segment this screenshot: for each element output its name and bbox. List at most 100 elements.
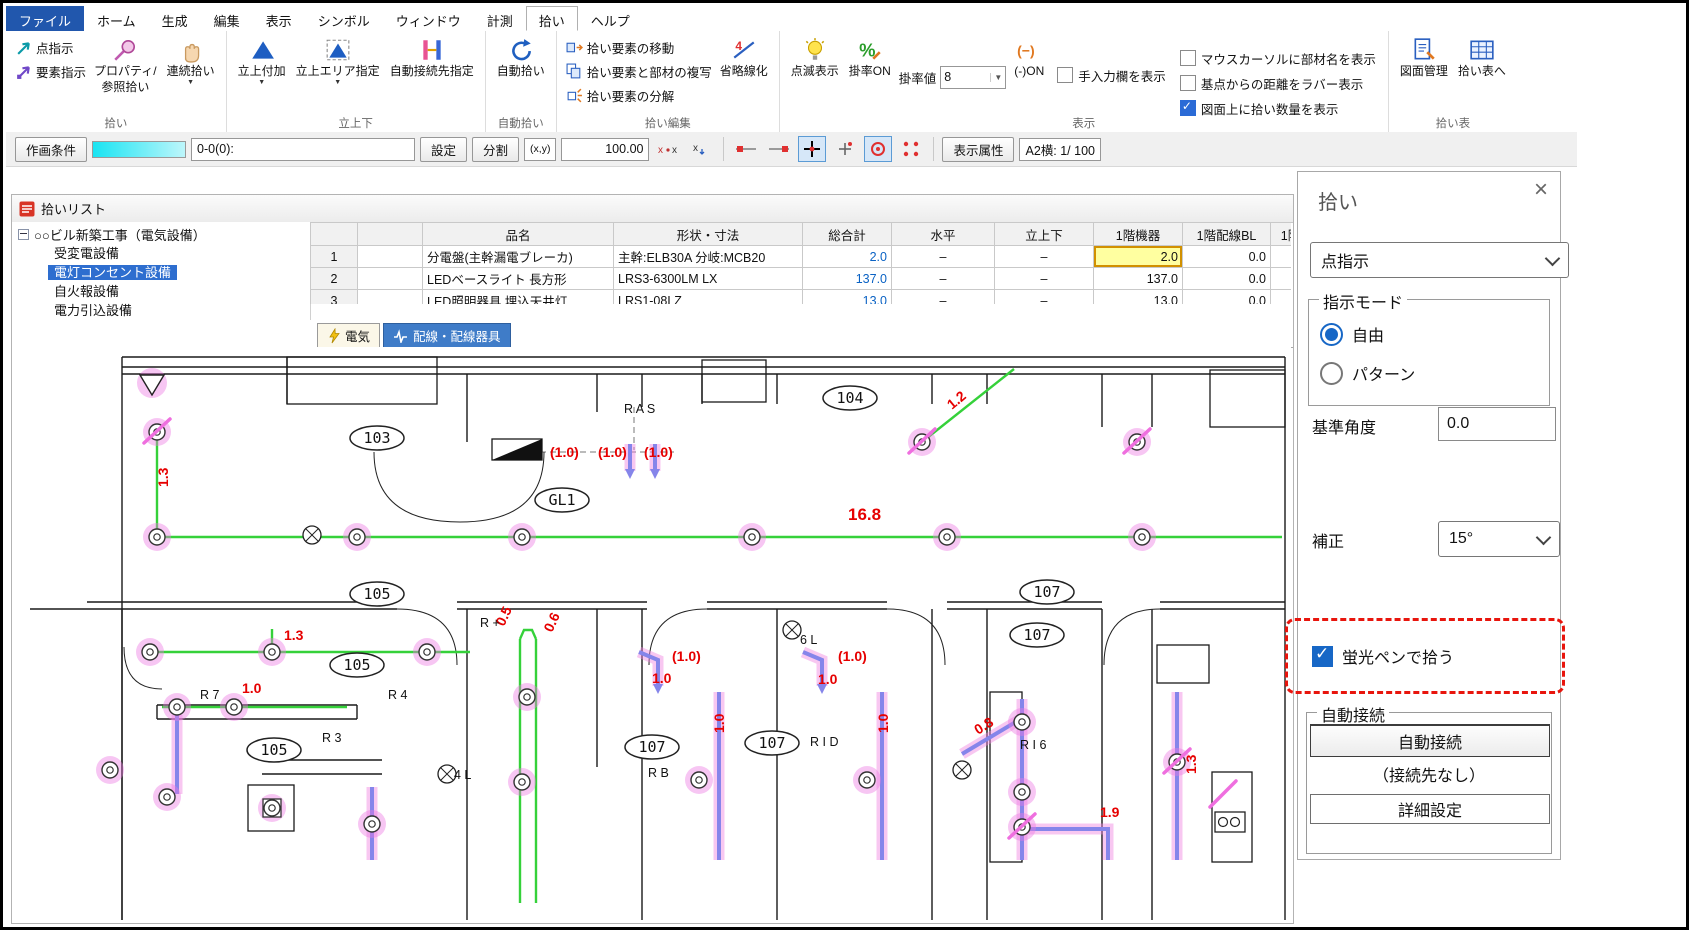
table-cell[interactable]: 13.0: [1094, 290, 1183, 305]
coordinate-mode-button[interactable]: (x,y): [524, 138, 556, 161]
snap-subscript-icon[interactable]: x: [687, 136, 715, 162]
property-pick-button[interactable]: プロパティ/ 参照拾い: [89, 35, 162, 95]
highlighter-checkbox[interactable]: 蛍光ペンで拾う: [1312, 644, 1454, 668]
menu-tab[interactable]: 拾い: [526, 6, 578, 31]
auto-connect-button[interactable]: 自動接続: [1310, 724, 1550, 757]
pick-mode-select[interactable]: 点指示: [1310, 242, 1569, 278]
tree-root[interactable]: ○○ビル新築工事（電気設備）: [12, 222, 310, 245]
snap-multiply-icon[interactable]: xx: [654, 136, 682, 162]
table-cell[interactable]: LEDベースライト 長方形: [423, 268, 614, 290]
tree-item[interactable]: 電灯コンセント設備: [12, 264, 310, 283]
dropdown-arrow-icon[interactable]: ▼: [258, 80, 265, 86]
menu-tab[interactable]: 計測: [474, 6, 526, 31]
auto-pick-button[interactable]: 自動拾い: [492, 35, 550, 79]
table-cell[interactable]: –: [995, 246, 1094, 268]
column-header[interactable]: 1階配線DL: [1271, 223, 1292, 246]
table-cell[interactable]: 3: [311, 290, 358, 305]
tab-denki[interactable]: 電気: [317, 323, 380, 347]
menu-tab[interactable]: ファイル: [6, 6, 84, 31]
draw-condition-button[interactable]: 作画条件: [15, 137, 87, 162]
minus-on-button[interactable]: (−) (-)ON: [1009, 35, 1049, 79]
endpoint-snap-icon[interactable]: [732, 136, 760, 162]
table-cell[interactable]: –: [995, 268, 1094, 290]
detail-settings-button[interactable]: 詳細設定: [1310, 794, 1550, 824]
drawing-canvas[interactable]: 103105105105104107107107107GL1(1.0)(1.0)…: [12, 347, 1291, 922]
riser-add-button[interactable]: 立上付加 ▼: [233, 35, 291, 86]
close-icon[interactable]: ×: [1534, 178, 1548, 202]
grid-snap-icon[interactable]: [897, 136, 925, 162]
split-button[interactable]: 分割: [472, 137, 519, 162]
column-header[interactable]: 水平: [892, 223, 995, 246]
midpoint-snap-icon[interactable]: [765, 136, 793, 162]
perp-snap-icon[interactable]: [831, 136, 859, 162]
tree-collapse-icon[interactable]: [18, 229, 29, 240]
table-cell[interactable]: LRS3-6300LM LX: [614, 268, 803, 290]
table-cell[interactable]: –: [892, 268, 995, 290]
rate-on-button[interactable]: % 掛率ON: [844, 35, 896, 79]
layer-field[interactable]: 0-0(0):: [191, 138, 415, 161]
omit-line-button[interactable]: 4 省略線化: [715, 35, 773, 79]
circle-snap-icon[interactable]: [864, 136, 892, 162]
rate-value-select[interactable]: 8 ▼: [940, 66, 1006, 89]
radio-pattern[interactable]: パターン: [1320, 361, 1415, 385]
menu-tab[interactable]: 表示: [253, 6, 305, 31]
table-cell[interactable]: 0.0: [1271, 290, 1292, 305]
table-cell[interactable]: –: [892, 290, 995, 305]
table-cell[interactable]: 137.0: [803, 268, 892, 290]
table-cell[interactable]: LRS1-08LZ: [614, 290, 803, 305]
to-pickup-table-button[interactable]: 拾い表へ: [1453, 35, 1511, 79]
tab-haisen-kigu[interactable]: 配線・配線器具: [383, 323, 511, 347]
element-pick-button[interactable]: 要素指示: [12, 61, 89, 82]
tree-item[interactable]: 受変電設備: [12, 245, 310, 264]
scale-field[interactable]: 100.00: [561, 138, 649, 161]
menu-tab[interactable]: 生成: [149, 6, 201, 31]
point-pick-button[interactable]: 点指示: [12, 37, 89, 58]
check-tenyuryoku[interactable]: 手入力欄を表示: [1057, 66, 1166, 85]
table-cell[interactable]: 13.0: [803, 290, 892, 305]
sheet-scale-field[interactable]: A2横: 1/ 100: [1019, 138, 1101, 161]
column-header[interactable]: 形状・寸法: [614, 223, 803, 246]
table-cell[interactable]: 0.0: [1183, 290, 1271, 305]
column-header[interactable]: 1階機器: [1094, 223, 1183, 246]
table-cell[interactable]: 137.0: [1094, 268, 1183, 290]
column-header[interactable]: 総合計: [803, 223, 892, 246]
table-cell[interactable]: 2.0: [1094, 246, 1183, 268]
correction-select[interactable]: 15°: [1438, 521, 1560, 557]
blink-display-button[interactable]: 点滅表示: [786, 35, 844, 79]
table-cell[interactable]: 0.0: [1183, 268, 1271, 290]
continuous-pick-button[interactable]: 連続拾い ▼: [162, 35, 220, 86]
menu-tab[interactable]: ホーム: [84, 6, 149, 31]
table-cell[interactable]: 0.0: [1271, 268, 1292, 290]
view-checkbox[interactable]: 基点からの距離をラバー表示: [1180, 74, 1376, 93]
table-cell[interactable]: LED照明器具 埋込天井灯: [423, 290, 614, 305]
move-pick-element-button[interactable]: 拾い要素の移動: [563, 37, 715, 58]
sheet-manage-button[interactable]: 図面管理: [1395, 35, 1453, 79]
menu-tab[interactable]: 編集: [201, 6, 253, 31]
explode-pick-element-button[interactable]: 拾い要素の分解: [563, 85, 715, 106]
radio-free[interactable]: 自由: [1320, 322, 1384, 346]
table-cell[interactable]: 0.0: [1183, 246, 1271, 268]
riser-area-button[interactable]: 立上エリア指定 ▼: [291, 35, 385, 86]
copy-pick-element-button[interactable]: 拾い要素と部材の複写: [563, 61, 715, 82]
settings-button[interactable]: 設定: [420, 137, 467, 162]
table-cell[interactable]: [358, 268, 423, 290]
column-header[interactable]: [358, 223, 423, 246]
auto-connect-target-button[interactable]: 自動接続先指定: [385, 35, 479, 79]
table-cell[interactable]: –: [995, 290, 1094, 305]
table-cell[interactable]: 0.0: [1271, 246, 1292, 268]
base-angle-input[interactable]: 0.0: [1438, 407, 1556, 441]
dropdown-arrow-icon[interactable]: ▼: [334, 80, 341, 86]
table-cell[interactable]: 2: [311, 268, 358, 290]
dropdown-arrow-icon[interactable]: ▼: [187, 80, 194, 86]
column-header[interactable]: 立上下: [995, 223, 1094, 246]
menu-tab[interactable]: ウィンドウ: [383, 6, 474, 31]
table-cell[interactable]: –: [892, 246, 995, 268]
column-header[interactable]: [311, 223, 358, 246]
menu-tab[interactable]: ヘルプ: [578, 6, 643, 31]
column-header[interactable]: 品名: [423, 223, 614, 246]
view-checkbox[interactable]: マウスカーソルに部材名を表示: [1180, 49, 1376, 68]
tree-item[interactable]: 電力引込設備: [12, 302, 310, 320]
menu-tab[interactable]: シンボル: [305, 6, 383, 31]
tree-item[interactable]: 自火報設備: [12, 283, 310, 302]
table-cell[interactable]: 主幹:ELB30A 分岐:MCB20: [614, 246, 803, 268]
